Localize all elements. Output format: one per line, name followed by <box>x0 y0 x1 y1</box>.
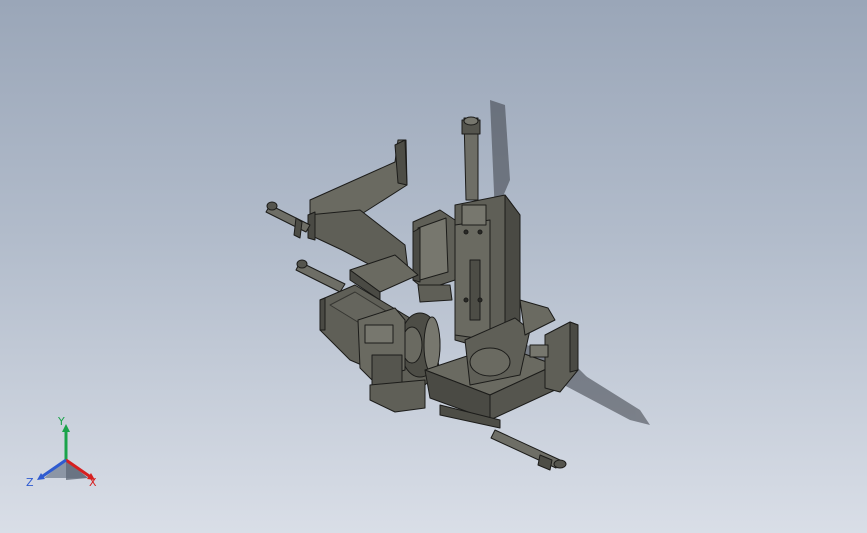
gripper-box <box>412 209 456 291</box>
vertical-rod <box>461 116 481 201</box>
coordinate-triad: Y X Z <box>26 416 106 490</box>
lower-right-rod <box>490 429 567 471</box>
z-axis-label: Z <box>26 476 34 489</box>
3d-assembly-model[interactable] <box>0 0 867 533</box>
graphics-viewport[interactable]: Y X Z <box>0 0 867 533</box>
middle-left-rod <box>295 259 346 293</box>
x-axis-label: X <box>89 476 97 489</box>
y-axis-label: Y <box>58 415 65 428</box>
upper-left-rod <box>265 201 311 239</box>
